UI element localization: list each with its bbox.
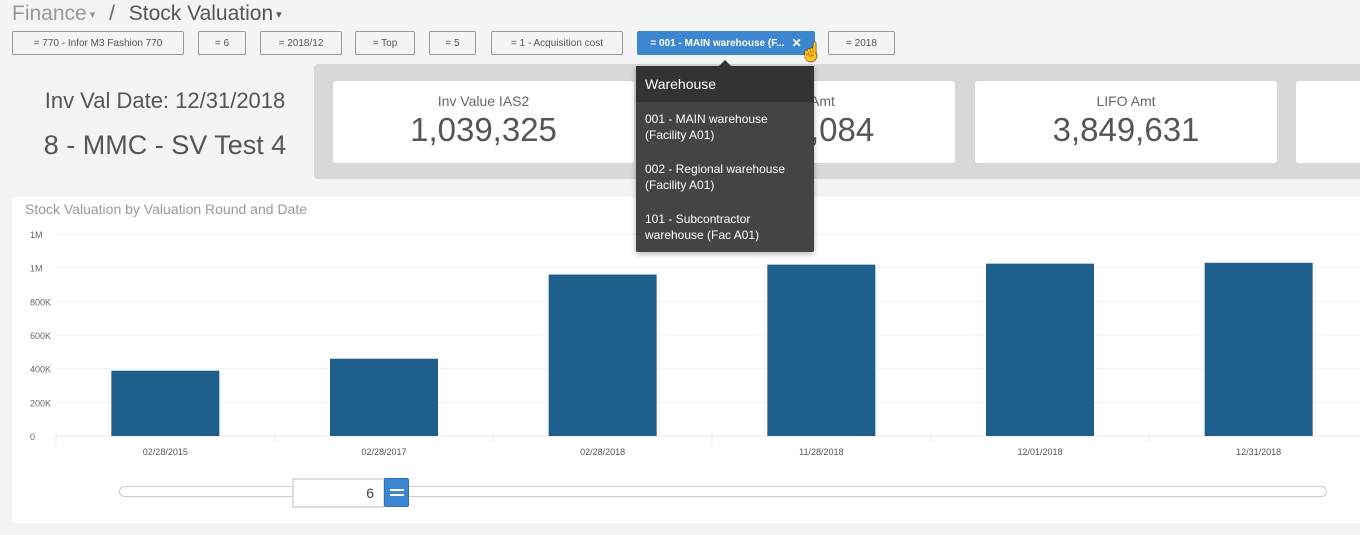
x-tick-label: 11/28/2018 xyxy=(799,447,843,457)
bar xyxy=(986,263,1094,436)
bar xyxy=(111,370,220,436)
y-tick-label: 800K xyxy=(30,297,51,307)
bar xyxy=(1204,262,1313,436)
y-tick-label: 1M xyxy=(30,264,43,274)
x-tick-label: 02/28/2018 xyxy=(580,447,625,457)
y-tick-label: 1M xyxy=(30,230,43,240)
warehouse-dropdown: Warehouse 001 - MAIN warehouse (Facility… xyxy=(636,60,814,252)
bar xyxy=(548,274,657,436)
hand-cursor-icon: ☝ xyxy=(800,42,823,62)
grip-icon xyxy=(389,494,404,496)
y-tick-label: 600K xyxy=(30,331,51,341)
dropdown-item[interactable]: 001 - MAIN warehouse (Facility A01) xyxy=(636,102,814,152)
grip-icon xyxy=(389,489,404,491)
slider-handle[interactable] xyxy=(384,478,409,507)
dropdown-item[interactable]: 101 - Subcontractor warehouse (Fac A01) xyxy=(636,202,814,252)
x-tick-label: 12/01/2018 xyxy=(1017,447,1062,457)
bar xyxy=(330,358,438,436)
dropdown-item[interactable]: 002 - Regional warehouse (Facility A01) xyxy=(636,152,814,202)
y-tick-label: 400K xyxy=(30,365,51,375)
bar xyxy=(767,264,876,436)
x-tick-label: 02/28/2017 xyxy=(361,447,406,457)
x-tick-label: 12/31/2018 xyxy=(1236,447,1281,457)
y-tick-label: 0 xyxy=(30,432,35,442)
x-tick-label: 02/28/2015 xyxy=(143,447,188,457)
slider-value-input[interactable]: 6 xyxy=(292,478,385,508)
dropdown-title: Warehouse xyxy=(636,66,814,102)
y-tick-label: 200K xyxy=(30,398,51,408)
